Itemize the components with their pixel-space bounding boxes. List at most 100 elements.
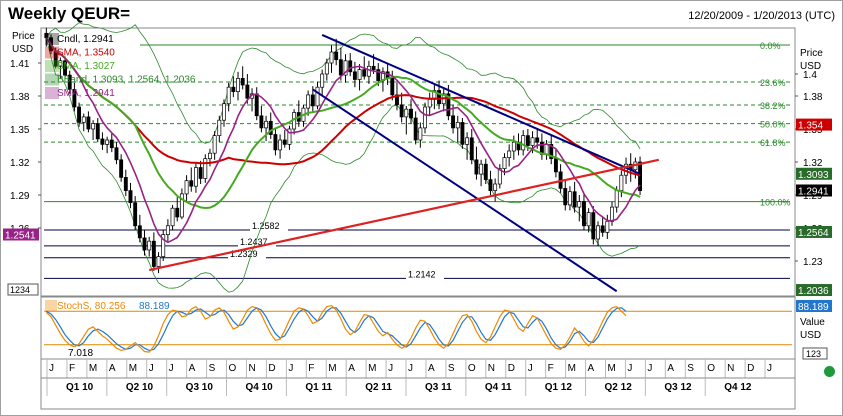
channel-lower: [312, 88, 618, 293]
candle-body: [357, 69, 362, 80]
quarter-label: Q4 12: [724, 382, 752, 393]
month-label: D: [268, 363, 275, 374]
candle-body: [217, 119, 222, 136]
candle-body: [109, 139, 114, 149]
candle-body: [77, 106, 82, 123]
candle-body: [362, 69, 367, 77]
candle-body: [563, 188, 568, 206]
candle-body: [404, 108, 409, 118]
price-badge-text: 1.2564: [798, 228, 829, 239]
candle-body: [105, 139, 110, 145]
candle-body: [577, 201, 582, 208]
fib-label: 23.6%: [760, 78, 786, 88]
candle-body: [142, 237, 147, 251]
candle-body: [310, 94, 315, 107]
candle-body: [100, 138, 105, 145]
candle-body: [175, 207, 180, 218]
value-label: Value: [800, 317, 825, 328]
month-label: M: [568, 363, 576, 374]
candle-body: [507, 150, 512, 158]
quarter-label: Q3 10: [186, 382, 214, 393]
stoch-badge-text: 88.189: [798, 302, 829, 313]
candle-body: [259, 115, 264, 129]
month-label: A: [109, 363, 116, 374]
candle-body: [586, 212, 591, 227]
candle-body: [591, 212, 596, 240]
legend-entry: BBand, 1.3093, 1.2564, 1.2036: [57, 75, 196, 86]
candle-body: [81, 116, 86, 123]
month-label: D: [508, 363, 515, 374]
candle-body: [502, 157, 507, 169]
month-label: N: [488, 363, 495, 374]
candle-body: [553, 158, 558, 173]
support-label: 1.2142: [408, 269, 436, 279]
candle-body: [483, 163, 488, 180]
month-label: M: [607, 363, 615, 374]
legend-entry: SMA, 1.3540: [57, 48, 115, 59]
candle-body: [366, 65, 371, 77]
candle-body: [165, 225, 170, 235]
candle-body: [399, 104, 404, 118]
price-label-right: Price: [800, 48, 823, 59]
candle-body: [231, 86, 236, 92]
candle-body: [123, 177, 128, 191]
month-label: M: [129, 363, 137, 374]
month-label: J: [169, 363, 174, 374]
candle-body: [189, 180, 194, 187]
candle-body: [208, 152, 212, 160]
candle-body: [610, 206, 614, 222]
y-tick-label: 1.41: [10, 59, 30, 70]
candle-body: [264, 120, 269, 129]
price-badge-text: 1.2941: [798, 186, 829, 197]
candle-body: [306, 94, 311, 109]
candle-body: [240, 78, 245, 86]
y-tick-label-right: 1.38: [803, 92, 823, 103]
usd-label: USD: [12, 44, 33, 55]
price-chart[interactable]: Price USD Price USD 1.41 1.38 1.35 1.32 1.29…: [0, 0, 843, 416]
candle-body: [147, 240, 152, 251]
candle-body: [119, 159, 124, 178]
quarter-label: Q1 10: [66, 382, 94, 393]
month-label: A: [428, 363, 435, 374]
quarter-label: Q3 12: [664, 382, 692, 393]
fib-label: 50.0%: [760, 120, 786, 130]
month-label: A: [189, 363, 196, 374]
candle-body: [282, 139, 287, 145]
corner-box-text: 1234: [10, 285, 30, 295]
candle-body: [605, 221, 610, 233]
candle-body: [413, 117, 418, 141]
candle-body: [619, 174, 624, 191]
candle-body: [254, 93, 259, 117]
month-label: A: [588, 363, 595, 374]
candle-body: [315, 86, 320, 107]
quarter-label: Q2 10: [126, 382, 154, 393]
candle-body: [245, 84, 250, 99]
fib-label: 38.2%: [760, 101, 786, 111]
stoch-legend-swatch: [45, 300, 57, 311]
month-label: J: [767, 363, 772, 374]
y-tick-label-right: 1.32: [803, 158, 823, 169]
candle-body: [352, 71, 357, 80]
candle-body: [128, 190, 133, 204]
fib-label: 61.8%: [760, 138, 786, 148]
channel-upper: [321, 34, 641, 175]
quarter-label: Q4 10: [246, 382, 274, 393]
value-usd-label: USD: [800, 330, 821, 341]
stoch-legend-k: StochS, 80.256: [57, 301, 126, 312]
month-label: N: [248, 363, 255, 374]
month-label: J: [408, 363, 413, 374]
candle-body: [582, 201, 586, 227]
legend-entry: SMA, 1.3027: [57, 61, 115, 72]
month-label: A: [667, 363, 674, 374]
quarter-label: Q1 12: [545, 382, 573, 393]
month-label: J: [49, 363, 54, 374]
candle-body: [530, 137, 535, 146]
candle-body: [226, 86, 231, 105]
fib-label: 0.0%: [760, 41, 781, 51]
candle-body: [521, 135, 526, 151]
candle-body: [511, 141, 516, 152]
candle-body: [488, 179, 493, 191]
y-tick-label-right: 1.4: [803, 70, 817, 81]
month-label: A: [348, 363, 355, 374]
left-price-badge-text: 1.2541: [5, 230, 36, 241]
